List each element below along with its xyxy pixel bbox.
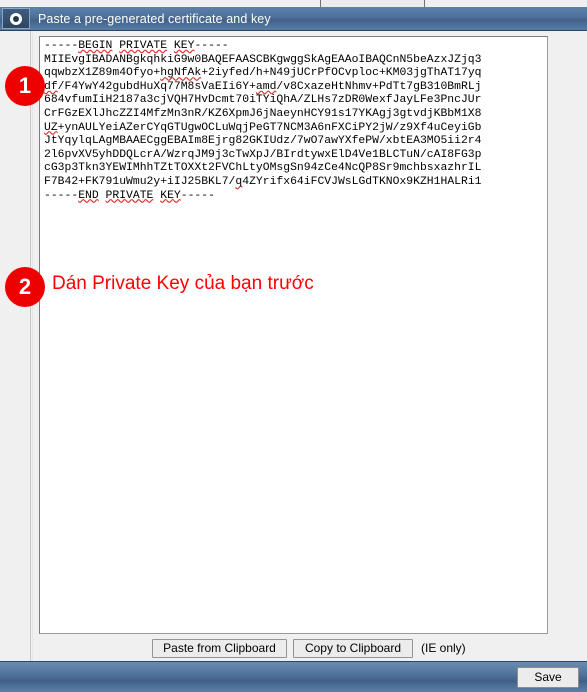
annotation-marker-2: 2 [5,267,45,307]
page-title: Paste a pre-generated certificate and ke… [38,12,271,26]
radio-button-icon [2,8,30,29]
copy-to-clipboard-button[interactable]: Copy to Clipboard [293,639,413,658]
left-gutter [0,31,31,661]
annotation-text-paste-private-key: Dán Private Key của bạn trước [52,273,314,294]
ie-only-note: (IE only) [421,641,466,655]
dialog-body: -----BEGIN PRIVATE KEY----- MIIEvgIBADAN… [0,31,587,661]
dialog-header-bar: Paste a pre-generated certificate and ke… [0,7,587,31]
annotation-marker-1: 1 [5,66,45,106]
save-button[interactable]: Save [517,667,579,688]
partial-button-above-dialog[interactable] [320,0,425,7]
top-strip [0,0,587,7]
dialog-footer-bar: Save [0,661,587,692]
paste-from-clipboard-button[interactable]: Paste from Clipboard [152,639,287,658]
radio-button-icon-ring [10,12,22,25]
panel-divider [32,31,33,661]
clipboard-button-row: Paste from Clipboard Copy to Clipboard (… [0,639,587,661]
private-key-textarea[interactable]: -----BEGIN PRIVATE KEY----- MIIEvgIBADAN… [39,36,548,634]
